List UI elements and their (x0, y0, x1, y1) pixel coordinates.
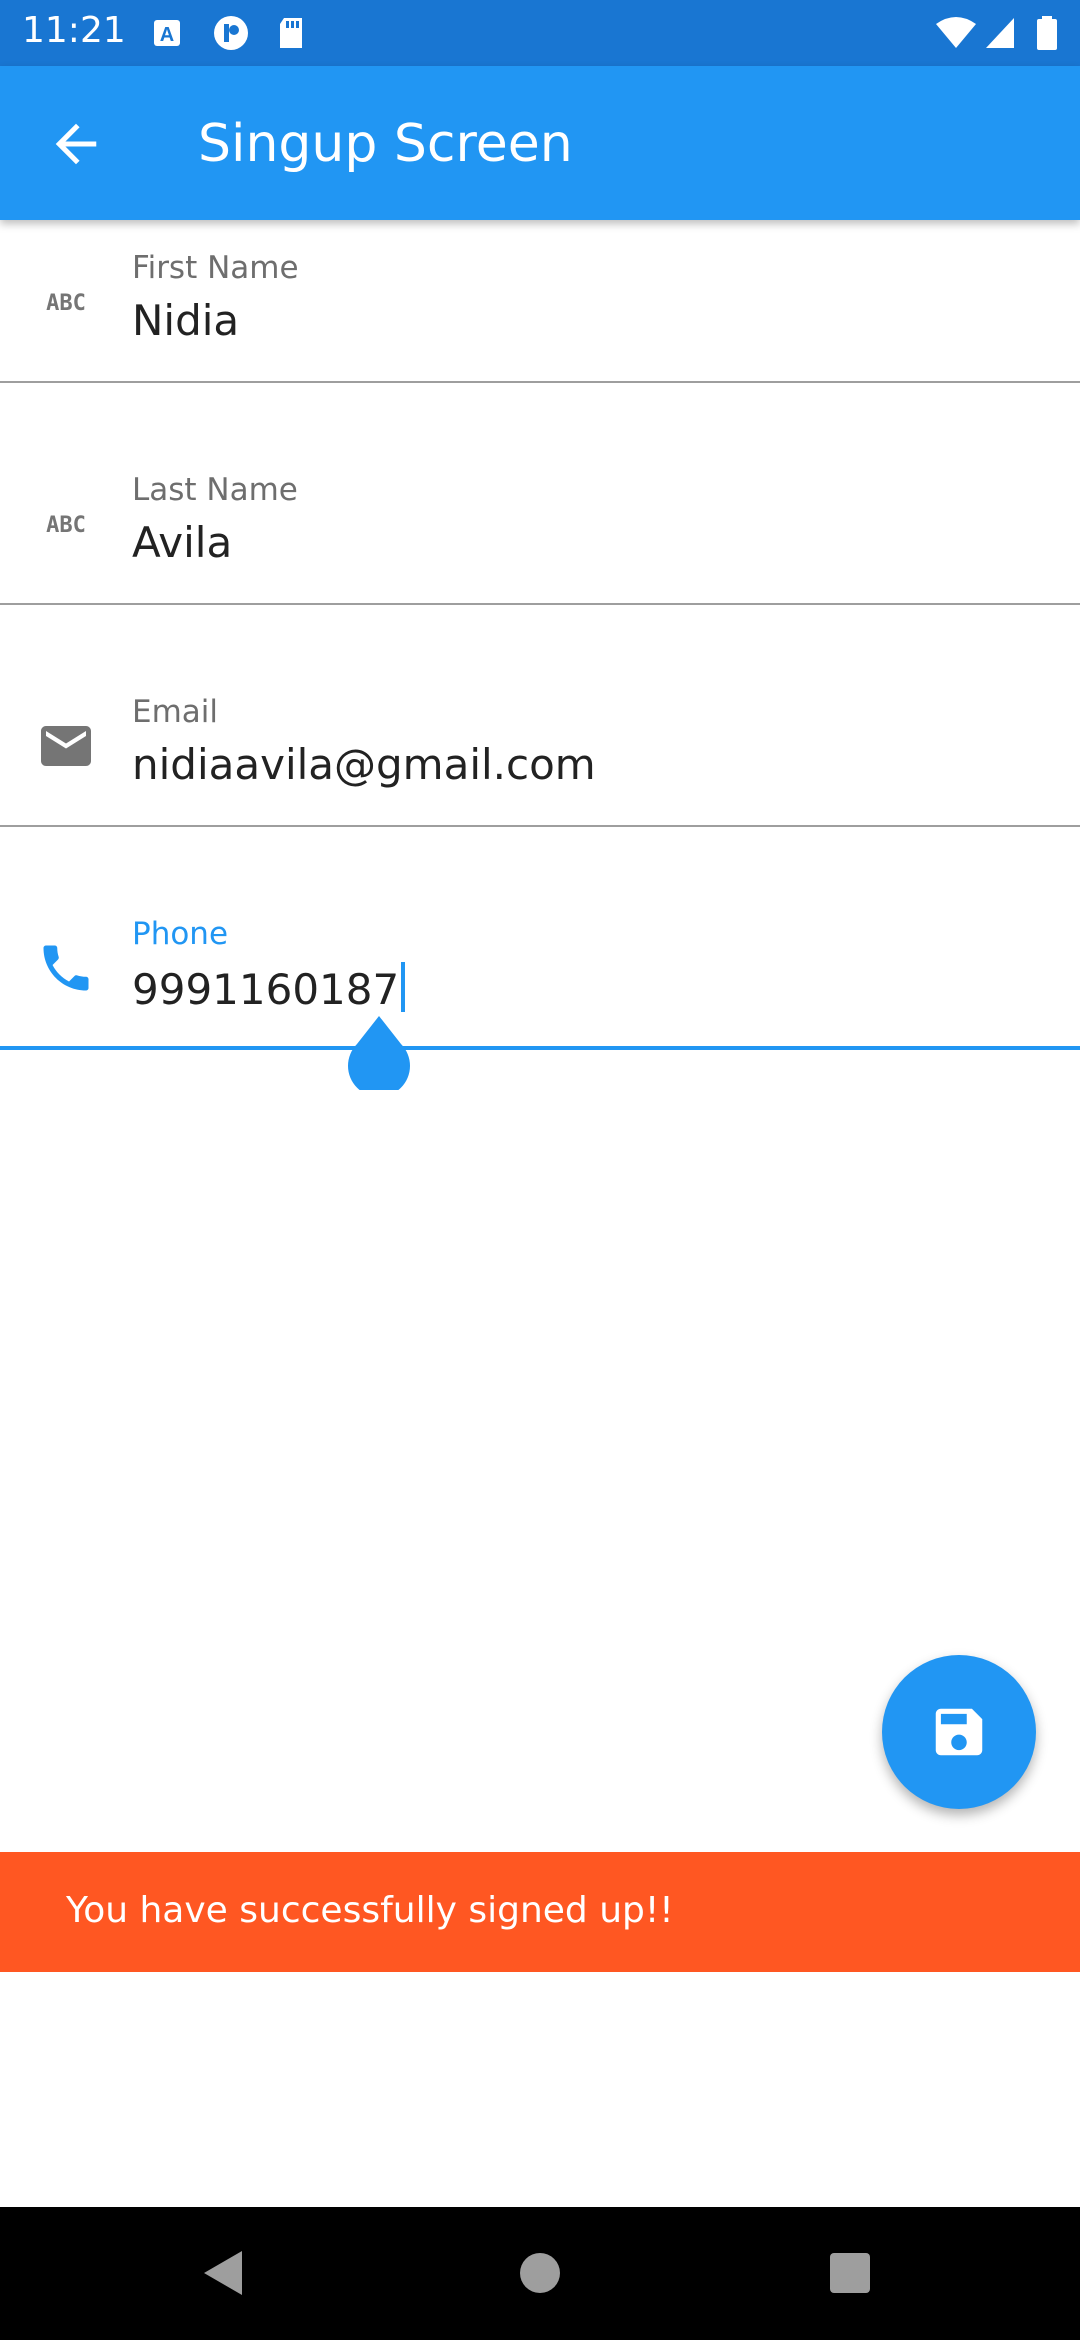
email-underline (0, 825, 1080, 827)
email-label: Email (132, 694, 219, 730)
snackbar: You have successfully signed up!! (0, 1852, 1080, 1972)
save-button[interactable] (882, 1655, 1036, 1809)
svg-text:A: A (160, 24, 174, 46)
recents-square-icon[interactable] (820, 2243, 880, 2303)
back-triangle-icon[interactable] (196, 2243, 256, 2303)
phone-input[interactable]: 9991160187 (132, 962, 406, 1014)
back-button[interactable] (38, 106, 114, 182)
text-selection-handle[interactable] (348, 1016, 410, 1090)
text-cursor (401, 962, 406, 1012)
email-input[interactable]: nidiaavila@gmail.com (132, 740, 596, 789)
save-icon (935, 1708, 983, 1756)
phone-field[interactable]: Phone 9991160187 (0, 886, 1080, 1108)
wifi-icon (936, 17, 976, 48)
first-name-underline (0, 381, 1080, 383)
status-time: 11:21 (22, 10, 126, 51)
last-name-input[interactable]: Avila (132, 518, 232, 567)
email-field[interactable]: Email nidiaavila@gmail.com (0, 664, 1080, 886)
phone-underline (0, 1046, 1080, 1050)
circle-app-icon (214, 16, 248, 50)
svg-text:ABC: ABC (46, 291, 86, 316)
abc-icon: ABC (46, 513, 86, 538)
last-name-underline (0, 603, 1080, 605)
last-name-field[interactable]: ABC Last Name Avila (0, 442, 1080, 664)
home-circle-icon[interactable] (510, 2243, 570, 2303)
svg-text:ABC: ABC (46, 513, 86, 538)
snackbar-message: You have successfully signed up!! (66, 1890, 674, 1931)
phone-icon (43, 945, 89, 991)
abc-icon: ABC (46, 291, 86, 316)
first-name-input[interactable]: Nidia (132, 296, 239, 345)
status-bar: 11:21 A (0, 0, 1080, 66)
sd-card-icon (280, 18, 302, 48)
last-name-label: Last Name (132, 472, 298, 508)
page-title: Singup Screen (198, 114, 573, 174)
cell-signal-icon (986, 18, 1014, 48)
battery-icon (1037, 16, 1057, 50)
first-name-label: First Name (132, 250, 299, 286)
a-icon: A (154, 20, 180, 46)
arrow-back-icon (55, 123, 97, 165)
mail-icon (41, 726, 91, 766)
phone-value: 9991160187 (132, 965, 400, 1014)
first-name-field[interactable]: ABC First Name Nidia (0, 220, 1080, 442)
phone-label: Phone (132, 916, 229, 952)
app-bar: Singup Screen (0, 66, 1080, 220)
system-nav-bar (0, 2207, 1080, 2340)
